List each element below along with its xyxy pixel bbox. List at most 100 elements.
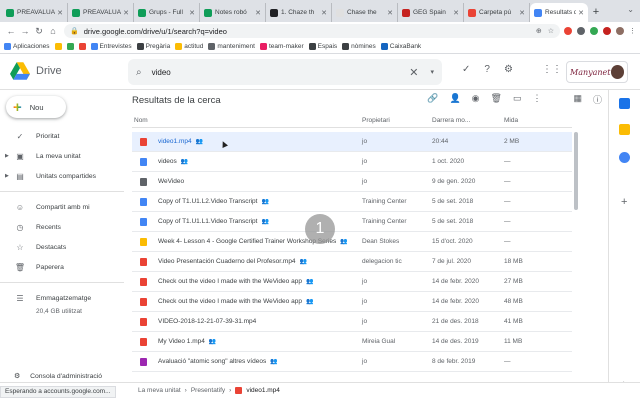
- column-name[interactable]: Nom: [134, 117, 148, 124]
- address-bar[interactable]: 🔒 drive.google.com/drive/u/1/search?q=vi…: [64, 24, 560, 38]
- bookmark-item[interactable]: manteniment: [208, 43, 255, 50]
- breadcrumb-item[interactable]: video1.mp4: [246, 387, 280, 394]
- bookmark-item[interactable]: team-maker: [259, 43, 304, 50]
- share-icon[interactable]: 👤: [449, 93, 460, 106]
- table-row[interactable]: Copy of T1.U1.L1.Video Transcript 👥 Traini…: [132, 212, 572, 232]
- settings-icon[interactable]: ⚙: [504, 64, 513, 75]
- bookmark-star-icon[interactable]: ☆: [548, 27, 554, 35]
- browser-tab[interactable]: Carpeta pú ✕: [464, 3, 530, 22]
- close-tab-icon[interactable]: ✕: [578, 9, 584, 17]
- avatar[interactable]: [610, 65, 624, 79]
- column-owner[interactable]: Propietari: [362, 117, 390, 124]
- grid-view-icon[interactable]: ▦: [573, 93, 582, 106]
- browser-tab[interactable]: Notes robó ✕: [200, 3, 266, 22]
- close-tab-icon[interactable]: ✕: [255, 9, 261, 17]
- more-actions-icon[interactable]: ⋮: [532, 93, 541, 106]
- bookmark-item[interactable]: Entrevistes: [90, 43, 132, 50]
- table-row[interactable]: My Video 1.mp4 👥 Mireia Gual 14 de des. 201…: [132, 332, 572, 352]
- search-options-icon[interactable]: ▾: [430, 68, 434, 76]
- delete-icon[interactable]: 🗑: [491, 93, 502, 106]
- sidebar-item[interactable]: 🗑 Paperera: [0, 257, 124, 277]
- search-input[interactable]: video: [152, 68, 410, 77]
- account-brand[interactable]: Manyanet: [566, 61, 628, 83]
- sidebar-item[interactable]: ▶ ▤ Unitats compartides: [0, 166, 124, 186]
- bookmark-item[interactable]: [66, 43, 74, 50]
- forward-icon[interactable]: →: [18, 26, 32, 36]
- breadcrumb-item[interactable]: La meva unitat: [138, 387, 181, 394]
- back-icon[interactable]: ←: [4, 26, 18, 36]
- close-tab-icon[interactable]: ✕: [189, 9, 195, 17]
- browser-tab[interactable]: PREAVALUA ✕: [2, 3, 68, 22]
- browser-menu-icon[interactable]: ⋮: [629, 27, 636, 35]
- close-tab-icon[interactable]: ✕: [123, 9, 129, 17]
- bookmark-item[interactable]: [54, 43, 62, 50]
- expand-arrow-icon[interactable]: ▶: [5, 153, 9, 159]
- details-icon[interactable]: ⓘ: [593, 93, 602, 106]
- browser-tab[interactable]: Chase the ✕: [332, 3, 398, 22]
- tasks-icon[interactable]: [619, 152, 630, 163]
- browser-tab[interactable]: PREAVALUA ✕: [68, 3, 134, 22]
- browser-tab[interactable]: GEG Spain ✕: [398, 3, 464, 22]
- table-row[interactable]: Check out the video I made with the WeVi…: [132, 292, 572, 312]
- table-row[interactable]: videos 👥 jo 1 oct. 2020 —: [132, 152, 572, 172]
- extension-icon[interactable]: [577, 27, 585, 35]
- bookmark-item[interactable]: CaixaBank: [380, 43, 421, 50]
- tab-search-icon[interactable]: ⌄: [627, 5, 634, 14]
- home-icon[interactable]: ⌂: [46, 26, 60, 36]
- table-row[interactable]: Avaluació "atomic song" altres vídeos 👥 jo…: [132, 352, 572, 372]
- close-tab-icon[interactable]: ✕: [57, 9, 63, 17]
- bookmark-item[interactable]: actitud: [175, 43, 203, 50]
- offline-status-icon[interactable]: ✓: [462, 64, 470, 75]
- browser-tab[interactable]: Resultats d ✕: [530, 3, 588, 22]
- get-link-icon[interactable]: 🔗: [427, 93, 438, 106]
- table-row[interactable]: Week 4- Lesson 4 - Google Certified Trai…: [132, 232, 572, 252]
- close-tab-icon[interactable]: ✕: [387, 9, 393, 17]
- sidebar-item[interactable]: ☰ Emmagatzematge: [0, 288, 124, 308]
- sidebar-item[interactable]: ◷ Recents: [0, 217, 124, 237]
- table-row[interactable]: WeVideo jo 9 de gen. 2020 —: [132, 172, 572, 192]
- sidebar-item[interactable]: ▶ ▣ La meva unitat: [0, 146, 124, 166]
- new-button[interactable]: + Nou: [6, 96, 66, 118]
- add-addon-icon[interactable]: +: [621, 196, 627, 208]
- bookmark-item[interactable]: Espais: [308, 43, 337, 50]
- keep-icon[interactable]: [619, 124, 630, 135]
- close-tab-icon[interactable]: ✕: [519, 9, 525, 17]
- move-icon[interactable]: ▭: [513, 93, 522, 106]
- browser-tab[interactable]: Grups - Full ✕: [134, 3, 200, 22]
- preview-icon[interactable]: ◉: [472, 93, 480, 106]
- sidebar-item[interactable]: ☆ Destacats: [0, 237, 124, 257]
- breadcrumb-item[interactable]: Presentatify: [191, 387, 225, 394]
- search-icon[interactable]: ⌕: [136, 67, 142, 78]
- calendar-icon[interactable]: [619, 98, 630, 109]
- sidebar-item[interactable]: ☺ Compartit amb mi: [0, 197, 124, 217]
- table-row[interactable]: Video Presentación Cuaderno del Profesor…: [132, 252, 572, 272]
- drive-logo[interactable]: Drive: [10, 62, 62, 80]
- clear-search-icon[interactable]: ✕: [409, 66, 418, 79]
- new-tab-icon[interactable]: +: [588, 3, 604, 22]
- table-row[interactable]: video1.mp4 👥 jo 20:44 2 MB: [132, 132, 572, 152]
- install-icon[interactable]: ⊕: [536, 27, 542, 35]
- scrollbar[interactable]: [574, 132, 578, 210]
- sidebar-item[interactable]: ✓ Prioritat: [0, 126, 124, 146]
- profile-avatar[interactable]: [616, 27, 624, 35]
- bookmark-item[interactable]: Aplicaciones: [4, 43, 50, 50]
- bookmark-item[interactable]: [78, 43, 86, 50]
- table-row[interactable]: Check out the video I made with the WeVi…: [132, 272, 572, 292]
- help-icon[interactable]: ?: [484, 64, 490, 75]
- apps-grid-icon[interactable]: ⋮⋮: [542, 64, 562, 75]
- expand-arrow-icon[interactable]: ▶: [5, 173, 9, 179]
- close-tab-icon[interactable]: ✕: [321, 9, 327, 17]
- bookmark-item[interactable]: Pregària: [136, 43, 170, 50]
- column-size[interactable]: Mida: [504, 117, 518, 124]
- admin-console-link[interactable]: ⚙ Consola d'administració: [14, 372, 102, 381]
- table-row[interactable]: Copy of T1.U1.L2.Video Transcript 👥 Traini…: [132, 192, 572, 212]
- close-tab-icon[interactable]: ✕: [453, 9, 459, 17]
- reload-icon[interactable]: ↻: [32, 26, 46, 37]
- table-row[interactable]: VIDEO-2018-12-21-07-39-31.mp4 jo 21 de des…: [132, 312, 572, 332]
- drive-search-bar[interactable]: ⌕ video ✕ ▾: [128, 59, 442, 85]
- extension-icon[interactable]: [603, 27, 611, 35]
- browser-tab[interactable]: 1. Chaze th ✕: [266, 3, 332, 22]
- column-modified[interactable]: Darrera mo...: [432, 117, 470, 124]
- bookmark-item[interactable]: nòmines: [342, 43, 376, 50]
- extension-icon[interactable]: [564, 27, 572, 35]
